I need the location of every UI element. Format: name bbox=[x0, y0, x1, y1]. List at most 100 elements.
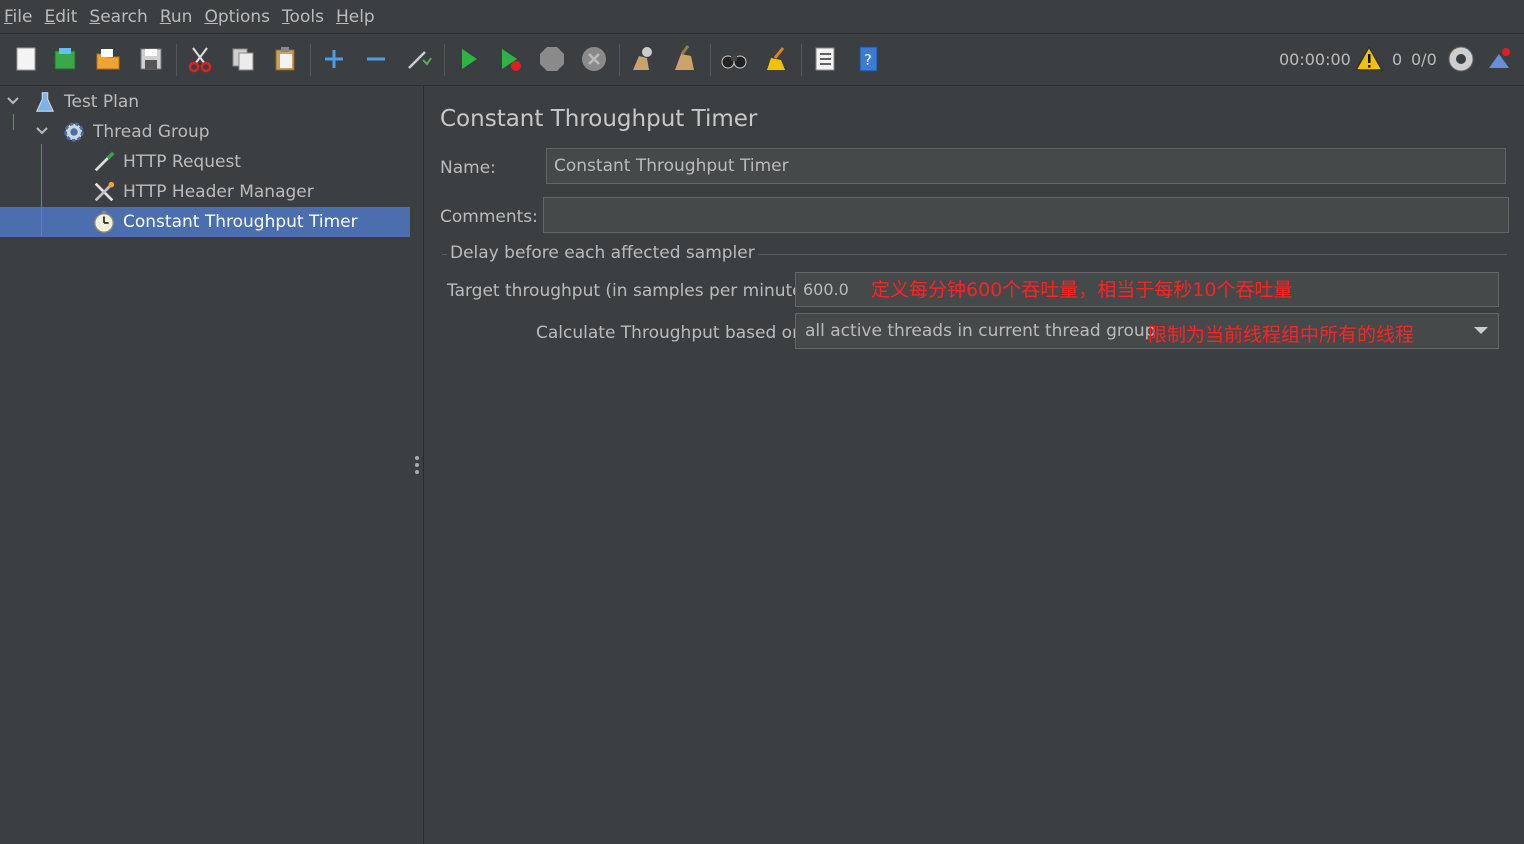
panel-title: Constant Throughput Timer bbox=[440, 106, 758, 132]
calc-select-value: all active threads in current thread gro… bbox=[805, 321, 1156, 341]
warning-count: 0 bbox=[1392, 50, 1403, 69]
save-icon bbox=[140, 48, 162, 70]
flask-icon bbox=[32, 89, 58, 115]
chevron-down-icon[interactable] bbox=[35, 124, 49, 138]
menu-options[interactable]: Options bbox=[204, 7, 270, 27]
tree-item-test-plan[interactable]: Test Plan bbox=[32, 87, 139, 117]
stopwatch-icon bbox=[91, 209, 117, 235]
name-label: Name: bbox=[440, 158, 496, 178]
name-field[interactable] bbox=[546, 148, 1506, 184]
templates-icon bbox=[54, 48, 76, 70]
open-button[interactable] bbox=[91, 42, 125, 76]
warning-button[interactable] bbox=[1352, 42, 1386, 76]
play-icon bbox=[462, 49, 477, 69]
shutdown-button[interactable] bbox=[577, 42, 611, 76]
toggle-button[interactable] bbox=[401, 42, 435, 76]
menu-file[interactable]: File bbox=[4, 7, 32, 27]
menu-tools[interactable]: Tools bbox=[282, 7, 324, 27]
toolbar-separator bbox=[176, 44, 177, 76]
help-book-icon: ? bbox=[859, 46, 878, 72]
menu-help[interactable]: Help bbox=[336, 7, 375, 27]
tree-item-constant-throughput-timer[interactable]: Constant Throughput Timer bbox=[91, 207, 358, 237]
log-viewer-button[interactable] bbox=[1482, 42, 1516, 76]
menu-run[interactable]: Run bbox=[160, 7, 193, 27]
shutdown-icon bbox=[582, 47, 606, 71]
tree-item-label: Thread Group bbox=[93, 122, 210, 142]
minus-icon bbox=[367, 57, 385, 61]
start-button[interactable] bbox=[451, 42, 485, 76]
plus-icon bbox=[325, 50, 343, 68]
wrench-screwdriver-icon bbox=[91, 179, 117, 205]
test-plan-tree: Test Plan Thread Group HTTP Request HTTP… bbox=[0, 86, 411, 844]
broom-icon bbox=[675, 45, 694, 70]
menu-bar: File Edit Search Run Options Tools Help bbox=[0, 0, 1524, 34]
reset-search-button[interactable] bbox=[759, 42, 793, 76]
toolbar-separator bbox=[801, 44, 802, 76]
clear-all-button[interactable] bbox=[668, 42, 702, 76]
tree-item-label: Constant Throughput Timer bbox=[123, 212, 358, 232]
gear-icon bbox=[61, 119, 87, 145]
start-no-pauses-button[interactable] bbox=[493, 42, 527, 76]
chevron-down-icon[interactable] bbox=[6, 94, 20, 108]
reset-broom-icon bbox=[767, 47, 785, 70]
timer-config-panel: Constant Throughput Timer Name: Comments… bbox=[425, 86, 1524, 844]
new-file-icon bbox=[16, 47, 36, 71]
help-button[interactable]: ? bbox=[851, 42, 885, 76]
broom-gear-icon bbox=[633, 47, 652, 70]
remote-status-button[interactable] bbox=[1444, 42, 1478, 76]
tree-item-http-header-manager[interactable]: HTTP Header Manager bbox=[91, 177, 314, 207]
toggle-wand-icon bbox=[408, 51, 432, 69]
menu-search[interactable]: Search bbox=[89, 7, 147, 27]
tree-guide-line bbox=[41, 144, 42, 236]
copy-button[interactable] bbox=[226, 42, 260, 76]
scissors-icon bbox=[188, 47, 212, 73]
copy-icon bbox=[232, 48, 254, 71]
cut-button[interactable] bbox=[183, 42, 217, 76]
play-no-timers-icon bbox=[502, 49, 521, 71]
throughput-label: Target throughput (in samples per minute… bbox=[447, 281, 815, 301]
expand-all-button[interactable] bbox=[317, 42, 351, 76]
menu-edit[interactable]: Edit bbox=[44, 7, 77, 27]
throughput-annotation: 定义每分钟600个吞吐量，相当于每秒10个吞吐量 bbox=[871, 279, 1293, 301]
binoculars-icon bbox=[721, 55, 747, 69]
stop-icon bbox=[540, 47, 564, 71]
toolbar-separator bbox=[710, 44, 711, 76]
pipette-icon bbox=[91, 149, 117, 175]
clear-button[interactable] bbox=[625, 42, 659, 76]
tree-item-label: HTTP Request bbox=[123, 152, 241, 172]
comments-label: Comments: bbox=[440, 207, 538, 227]
templates-button[interactable] bbox=[48, 42, 82, 76]
tree-item-http-request[interactable]: HTTP Request bbox=[91, 147, 241, 177]
tree-item-label: HTTP Header Manager bbox=[123, 182, 314, 202]
new-button[interactable] bbox=[9, 42, 43, 76]
tree-item-thread-group[interactable]: Thread Group bbox=[61, 117, 210, 147]
comments-field[interactable] bbox=[543, 197, 1509, 233]
save-button[interactable] bbox=[134, 42, 168, 76]
thread-count: 0/0 bbox=[1411, 50, 1437, 69]
log-icon bbox=[1489, 48, 1510, 68]
toolbar-separator bbox=[444, 44, 445, 76]
paste-icon bbox=[275, 47, 295, 71]
tree-guide-line bbox=[13, 114, 14, 130]
toolbar-separator bbox=[619, 44, 620, 76]
open-folder-icon bbox=[96, 49, 120, 70]
toolbar: ? 00:00:00 0 0/0 bbox=[0, 34, 1524, 86]
pane-splitter[interactable] bbox=[410, 86, 424, 844]
tree-item-label: Test Plan bbox=[64, 92, 140, 112]
function-helper-button[interactable] bbox=[808, 42, 842, 76]
collapse-all-button[interactable] bbox=[359, 42, 393, 76]
stop-button[interactable] bbox=[535, 42, 569, 76]
elapsed-timer: 00:00:00 bbox=[1279, 50, 1351, 69]
paste-button[interactable] bbox=[268, 42, 302, 76]
lifebuoy-icon bbox=[1448, 46, 1474, 72]
splitter-grip-icon bbox=[415, 456, 419, 477]
group-title: Delay before each affected sampler bbox=[447, 243, 758, 263]
list-icon bbox=[815, 47, 835, 71]
search-button[interactable] bbox=[717, 42, 751, 76]
calc-annotation: 限制为当前线程组中所有的线程 bbox=[1148, 324, 1415, 346]
warning-icon bbox=[1354, 45, 1384, 71]
toolbar-separator bbox=[310, 44, 311, 76]
chevron-down-icon bbox=[1474, 327, 1488, 334]
svg-text:?: ? bbox=[864, 51, 872, 69]
calc-label: Calculate Throughput based on: bbox=[536, 323, 809, 343]
